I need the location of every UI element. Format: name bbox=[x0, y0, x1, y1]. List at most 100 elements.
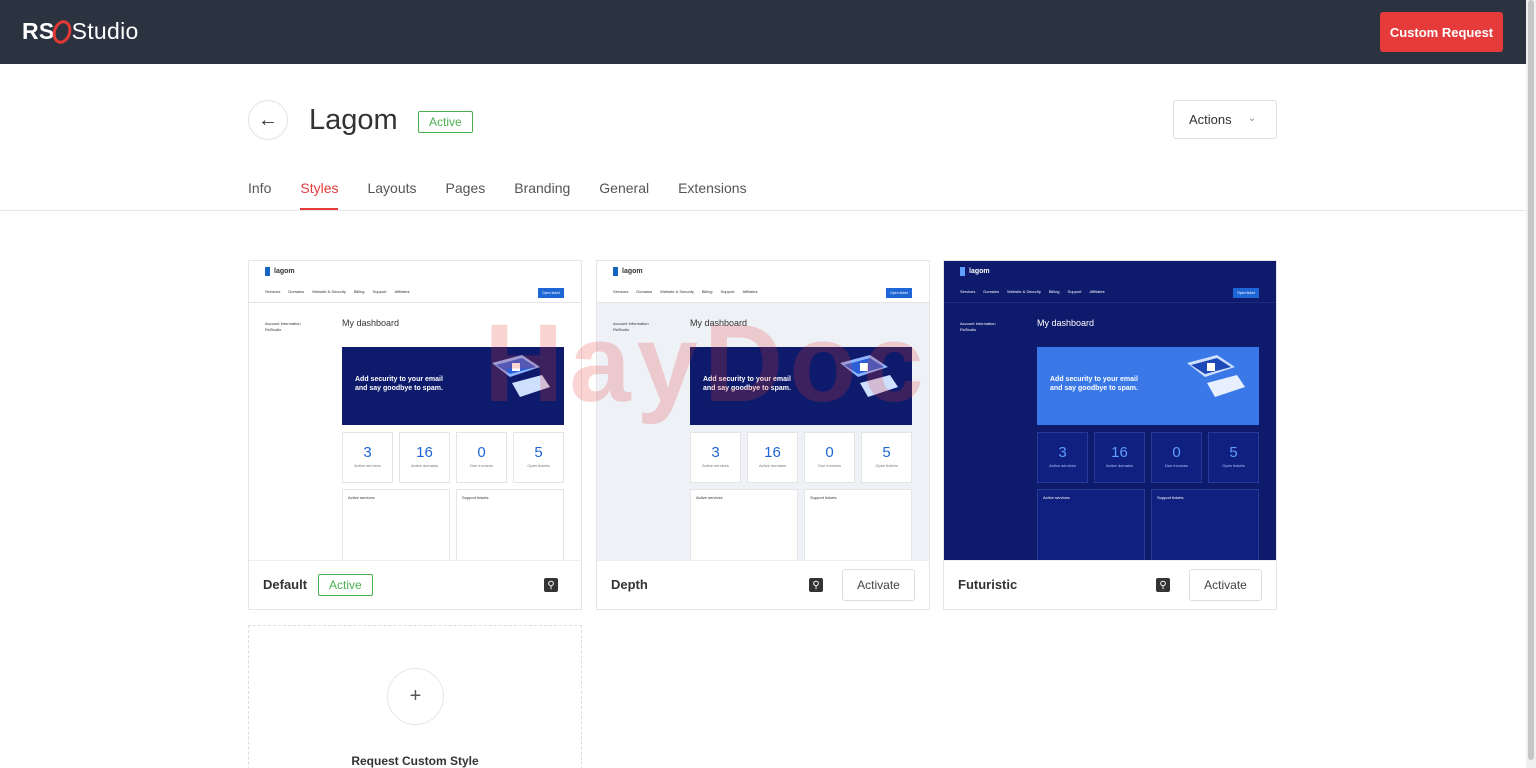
style-preview[interactable]: lagom Services Domains Website & Security B… bbox=[249, 261, 581, 560]
preview-dashboard-title: My dashboard bbox=[690, 318, 748, 328]
preview-sidebar: Account Information RsStudio bbox=[960, 321, 1030, 333]
activate-button[interactable]: Activate bbox=[842, 569, 915, 601]
preview-nav-item: Billing bbox=[701, 289, 713, 294]
tabs-divider bbox=[0, 210, 1526, 211]
preview-hero: Add security to your email and say goodby… bbox=[690, 347, 912, 425]
preview-dashboard-title: My dashboard bbox=[1037, 318, 1095, 328]
logo-text-studio: Studio bbox=[71, 18, 139, 44]
custom-request-button[interactable]: Custom Request bbox=[1380, 12, 1503, 52]
request-custom-style-card[interactable]: + Request Custom Style bbox=[248, 625, 582, 768]
tab-styles[interactable]: Styles bbox=[300, 180, 339, 210]
preview-nav-item: Domains bbox=[288, 289, 305, 294]
plus-icon[interactable]: + bbox=[387, 668, 444, 725]
tab-extensions[interactable]: Extensions bbox=[678, 180, 746, 210]
activate-button[interactable]: Activate bbox=[1189, 569, 1262, 601]
preview-panel-services: Active services bbox=[1037, 489, 1145, 560]
preview-search-icon[interactable]: ⚲ bbox=[809, 578, 823, 592]
style-name: Futuristic bbox=[958, 577, 1018, 592]
style-card-futuristic: lagom Services Domains Website & Security B… bbox=[943, 260, 1277, 610]
stat-value: 3 bbox=[363, 444, 372, 461]
tab-branding[interactable]: Branding bbox=[514, 180, 570, 210]
style-preview[interactable]: lagom Services Domains Website & Security B… bbox=[597, 261, 929, 560]
preview-logo-text: lagom bbox=[622, 268, 643, 275]
card-footer: Futuristic ⚲ Activate bbox=[944, 560, 1276, 610]
preview-stat: 5 Open tickets bbox=[861, 432, 912, 483]
preview-logo: lagom bbox=[265, 267, 295, 276]
preview-logo: lagom bbox=[613, 267, 643, 276]
preview-header: lagom Services Domains Website & Security B… bbox=[944, 261, 1276, 303]
preview-stat: 5 Open tickets bbox=[1208, 432, 1259, 483]
style-name: Default bbox=[263, 577, 308, 592]
rs-studio-logo[interactable]: RS Studio bbox=[22, 17, 139, 46]
preview-nav-item: Billing bbox=[353, 289, 365, 294]
actions-label: Actions bbox=[1189, 112, 1232, 127]
style-card-default: lagom Services Domains Website & Security B… bbox=[248, 260, 582, 610]
preview-company: RsStudio bbox=[265, 327, 282, 332]
logo-text-rs: RS bbox=[22, 18, 55, 44]
preview-panels: Active services Support tickets bbox=[342, 489, 564, 560]
back-button[interactable]: ← bbox=[248, 100, 288, 140]
preview-nav-item: Services bbox=[265, 289, 281, 294]
preview-stat: 5 Open tickets bbox=[513, 432, 564, 483]
preview-hero: Add security to your email and say goodby… bbox=[342, 347, 564, 425]
preview-panel-services: Active services bbox=[342, 489, 450, 560]
preview-hero-line: and say goodbye to spam. bbox=[703, 385, 791, 392]
page-scrollbar[interactable] bbox=[1526, 0, 1536, 768]
preview-logo: lagom bbox=[960, 267, 990, 276]
monitor-illustration-icon bbox=[840, 355, 898, 397]
status-badge: Active bbox=[418, 111, 473, 133]
preview-open-ticket-button: Open ticket bbox=[1233, 288, 1259, 298]
stat-value: 0 bbox=[825, 444, 834, 461]
preview-stat: 3 Active services bbox=[690, 432, 741, 483]
preview-company: RsStudio bbox=[613, 327, 630, 332]
preview-company: RsStudio bbox=[960, 327, 977, 332]
preview-panel-tickets: Support tickets bbox=[804, 489, 912, 560]
stat-label: Active services bbox=[1049, 463, 1076, 468]
monitor-illustration-icon bbox=[1187, 355, 1245, 397]
tab-bar: Info Styles Layouts Pages Branding Gener… bbox=[248, 180, 776, 210]
page-title: Lagom bbox=[309, 104, 398, 136]
preview-nav-item: Services bbox=[613, 289, 629, 294]
stat-label: Active domains bbox=[1105, 463, 1134, 468]
preview-screenshot: lagom Services Domains Website & Security B… bbox=[249, 261, 581, 560]
style-active-badge: Active bbox=[318, 574, 373, 596]
preview-nav-item: Support bbox=[1067, 289, 1082, 294]
stat-value: 0 bbox=[477, 444, 486, 461]
preview-header: lagom Services Domains Website & Security B… bbox=[249, 261, 581, 303]
preview-hero-text: Add security to your email and say goodby… bbox=[703, 375, 791, 393]
scrollbar-thumb[interactable] bbox=[1528, 0, 1534, 760]
preview-hero-line: Add security to your email bbox=[703, 376, 791, 383]
preview-stat: 16 Active domains bbox=[1094, 432, 1145, 483]
preview-hero-line: and say goodbye to spam. bbox=[355, 385, 443, 392]
preview-panel-services: Active services bbox=[690, 489, 798, 560]
preview-stat: 16 Active domains bbox=[399, 432, 450, 483]
style-name: Depth bbox=[611, 577, 648, 592]
preview-stat: 3 Active services bbox=[342, 432, 393, 483]
stat-value: 16 bbox=[764, 444, 781, 461]
preview-open-ticket-button: Open ticket bbox=[886, 288, 912, 298]
preview-panel-tickets: Support tickets bbox=[456, 489, 564, 560]
preview-stat: 0 Due invoices bbox=[1151, 432, 1202, 483]
preview-nav-item: Affiliates bbox=[1089, 289, 1105, 294]
stat-label: Due invoices bbox=[470, 463, 493, 468]
preview-stats: 3 Active services 16 Active domains 0 Due i… bbox=[690, 432, 912, 483]
tab-general[interactable]: General bbox=[599, 180, 649, 210]
preview-search-icon[interactable]: ⚲ bbox=[544, 578, 558, 592]
preview-nav-item: Website & Security bbox=[1007, 289, 1041, 294]
stat-label: Active domains bbox=[410, 463, 439, 468]
style-preview[interactable]: lagom Services Domains Website & Security B… bbox=[944, 261, 1276, 560]
tab-info[interactable]: Info bbox=[248, 180, 271, 210]
top-bar: RS Studio Custom Request bbox=[0, 0, 1526, 64]
stat-label: Active services bbox=[354, 463, 381, 468]
tab-layouts[interactable]: Layouts bbox=[367, 180, 416, 210]
preview-stat: 3 Active services bbox=[1037, 432, 1088, 483]
preview-nav-item: Website & Security bbox=[312, 289, 346, 294]
preview-header: lagom Services Domains Website & Security B… bbox=[597, 261, 929, 303]
stat-value: 5 bbox=[534, 444, 543, 461]
actions-dropdown[interactable]: Actions ⌄ bbox=[1173, 100, 1277, 139]
tab-pages[interactable]: Pages bbox=[446, 180, 486, 210]
card-footer: Default Active ⚲ bbox=[249, 560, 581, 610]
preview-search-icon[interactable]: ⚲ bbox=[1156, 578, 1170, 592]
preview-hero: Add security to your email and say goodby… bbox=[1037, 347, 1259, 425]
preview-logo-text: lagom bbox=[274, 268, 295, 275]
